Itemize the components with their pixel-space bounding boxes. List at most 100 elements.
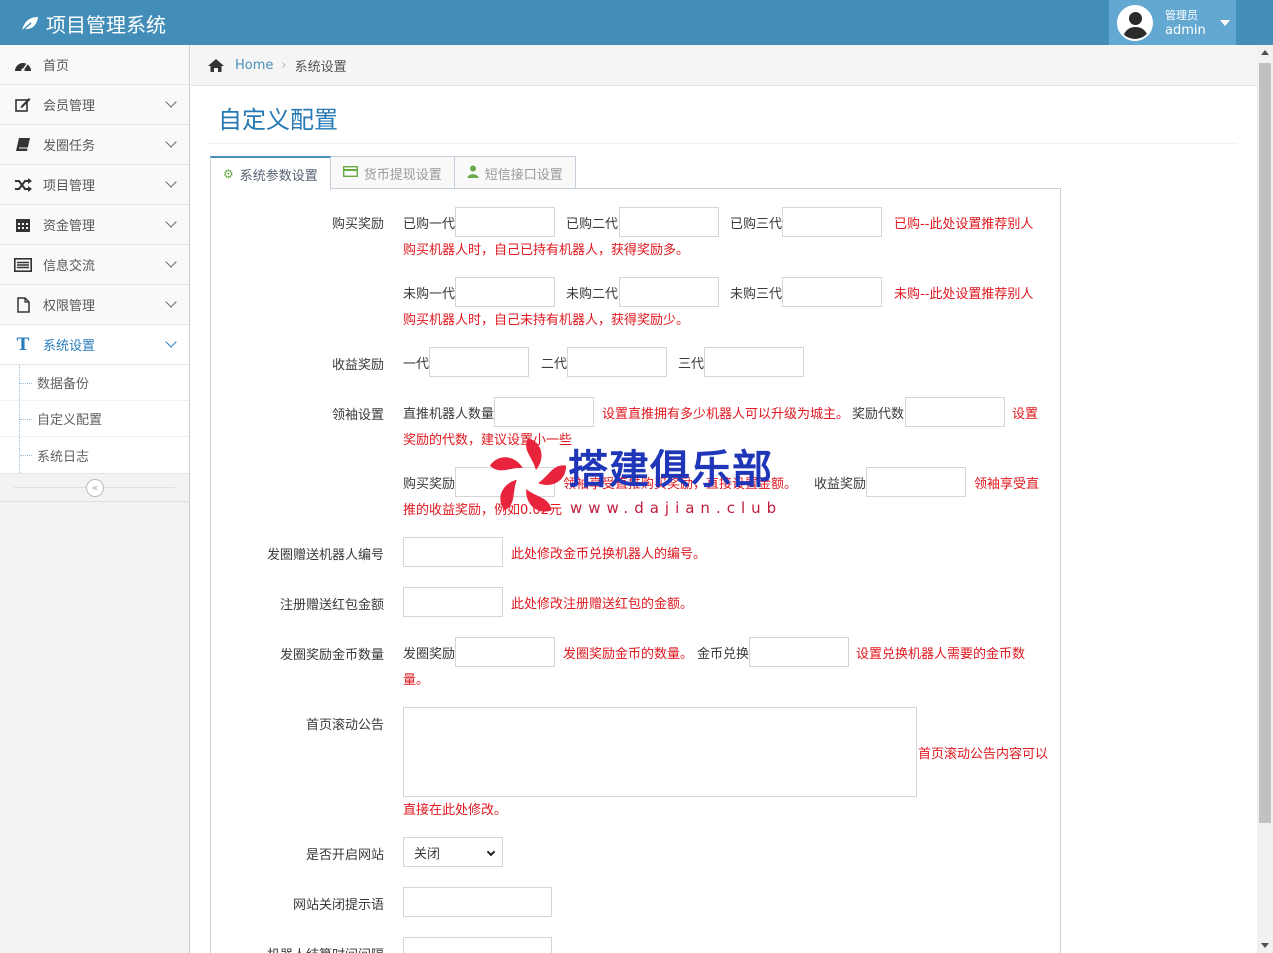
settle-interval-input[interactable] xyxy=(403,937,552,953)
circle-reward-note: 发圈奖励金币的数量。 xyxy=(563,647,694,662)
sidebar-item-members[interactable]: 会员管理 xyxy=(0,85,189,125)
unbought-gen2-label: 未购二代 xyxy=(566,287,619,302)
tab-label: 系统参数设置 xyxy=(239,168,318,184)
calendar-icon xyxy=(13,217,33,233)
direct-count-label: 直推机器人数量 xyxy=(403,407,495,422)
edit-icon xyxy=(13,97,33,113)
user-icon xyxy=(467,165,479,181)
scroll-up-icon[interactable] xyxy=(1261,50,1269,55)
income-gen3-input[interactable] xyxy=(704,347,804,377)
bought-gen2-input[interactable] xyxy=(619,207,719,237)
register-gift-input[interactable] xyxy=(403,587,503,617)
user-menu[interactable]: 管理员 admin xyxy=(1109,0,1236,45)
page-scrollbar[interactable] xyxy=(1257,45,1273,953)
watermark-logo xyxy=(489,438,567,512)
unbought-gen2-input[interactable] xyxy=(619,277,719,307)
close-tip-input[interactable] xyxy=(403,887,552,917)
tab-system-params[interactable]: ⚙ 系统参数设置 xyxy=(210,156,331,190)
notice-textarea[interactable] xyxy=(403,707,917,797)
user-role: 管理员 xyxy=(1165,8,1198,22)
income-gen2-input[interactable] xyxy=(567,347,667,377)
breadcrumb-home[interactable]: Home xyxy=(235,58,273,73)
coin-exchange-input[interactable] xyxy=(749,637,849,667)
cogs-icon: ⚙ xyxy=(223,167,234,181)
sidebar-item-label: 发圈任务 xyxy=(43,139,96,154)
submenu-item-system-log[interactable]: 系统日志 xyxy=(0,437,189,473)
close-tip-label: 网站关闭提示语 xyxy=(292,898,384,913)
sidebar-item-circle-tasks[interactable]: 发圈任务 xyxy=(0,125,189,165)
sidebar-item-system-settings[interactable]: T 系统设置 xyxy=(0,325,189,365)
dashboard-icon xyxy=(13,57,33,73)
reward-gen-label: 奖励代数 xyxy=(852,407,905,422)
brand[interactable]: 项目管理系统 xyxy=(20,9,166,38)
unbought-note-cont: 购买机器人时，自己未持有机器人，获得奖励少。 xyxy=(403,313,690,328)
register-gift-note: 此处修改注册赠送红包的金额。 xyxy=(511,597,694,612)
circle-reward-input[interactable] xyxy=(455,637,555,667)
submenu-item-custom-config[interactable]: 自定义配置 xyxy=(0,401,189,437)
sidebar-collapse: « xyxy=(0,474,189,502)
file-icon xyxy=(13,296,33,313)
notice-note-cont: 直接在此处修改。 xyxy=(403,803,508,818)
home-icon xyxy=(207,58,225,73)
bought-gen3-label: 已购三代 xyxy=(730,217,783,232)
chevron-down-icon xyxy=(165,296,177,308)
text-icon: T xyxy=(16,334,30,355)
credit-card-icon xyxy=(342,165,358,180)
chevron-down-icon xyxy=(165,176,177,188)
site-open-select[interactable]: 关闭 xyxy=(403,837,503,867)
sidebar-item-home[interactable]: 首页 xyxy=(0,45,189,85)
unbought-gen3-input[interactable] xyxy=(782,277,882,307)
scrollbar-thumb[interactable] xyxy=(1259,63,1271,823)
bought-gen3-input[interactable] xyxy=(782,207,882,237)
submenu-item-backup[interactable]: 数据备份 xyxy=(0,365,189,401)
submenu-item-label: 系统日志 xyxy=(37,449,90,465)
chevron-down-icon xyxy=(486,847,496,857)
gift-robot-label: 发圈赠送机器人编号 xyxy=(266,548,384,563)
list-icon xyxy=(13,257,33,273)
gift-robot-note: 此处修改金币兑换机器人的编号。 xyxy=(511,547,707,562)
unbought-gen1-label: 未购一代 xyxy=(403,287,456,302)
sidebar-item-permissions[interactable]: 权限管理 xyxy=(0,285,189,325)
double-chevron-left-icon[interactable]: « xyxy=(86,479,104,497)
site-open-label: 是否开启网站 xyxy=(305,848,384,863)
tab-sms-api[interactable]: 短信接口设置 xyxy=(453,156,576,189)
income-gen1-input[interactable] xyxy=(429,347,529,377)
breadcrumb-current: 系统设置 xyxy=(294,59,347,75)
sidebar-item-finance[interactable]: 资金管理 xyxy=(0,205,189,245)
unbought-gen3-label: 未购三代 xyxy=(730,287,783,302)
tab-label: 短信接口设置 xyxy=(484,167,563,183)
coin-exchange-note-cont: 量。 xyxy=(403,673,430,688)
breadcrumb: Home › 系统设置 xyxy=(191,45,1257,86)
scroll-down-icon[interactable] xyxy=(1261,943,1269,948)
reward-gen-input[interactable] xyxy=(905,397,1005,427)
leader-buy-reward-label: 购买奖励 xyxy=(403,477,456,492)
direct-count-input[interactable] xyxy=(494,397,594,427)
shuffle-icon xyxy=(13,177,33,193)
submenu: 数据备份 自定义配置 系统日志 xyxy=(0,365,189,474)
chevron-down-icon xyxy=(165,136,177,148)
bought-gen1-input[interactable] xyxy=(455,207,555,237)
sidebar-item-label: 会员管理 xyxy=(43,99,96,114)
chevron-down-icon xyxy=(165,96,177,108)
tab-bar: ⚙ 系统参数设置 货币提现设置 短信接口设置 xyxy=(210,156,576,190)
top-navbar: 项目管理系统 管理员 admin xyxy=(0,0,1273,45)
income-gen2-label: 二代 xyxy=(541,357,568,372)
sidebar-item-projects[interactable]: 项目管理 xyxy=(0,165,189,205)
unbought-gen1-input[interactable] xyxy=(455,277,555,307)
submenu-item-label: 自定义配置 xyxy=(37,413,103,428)
chevron-down-icon xyxy=(165,216,177,228)
page-title: 自定义配置 xyxy=(218,106,338,134)
gift-robot-input[interactable] xyxy=(403,537,503,567)
submenu-item-label: 数据备份 xyxy=(37,377,90,392)
bought-gen2-label: 已购二代 xyxy=(566,217,619,232)
avatar xyxy=(1117,4,1153,41)
watermark: 搭建俱乐部 www.dajian.club xyxy=(488,433,788,523)
site-open-value: 关闭 xyxy=(414,846,441,862)
chevron-down-icon xyxy=(165,336,177,348)
notice-label: 首页滚动公告 xyxy=(305,718,384,733)
tab-currency-withdraw[interactable]: 货币提现设置 xyxy=(329,156,455,189)
caret-down-icon xyxy=(1219,19,1230,26)
sidebar-item-messages[interactable]: 信息交流 xyxy=(0,245,189,285)
app-title: 项目管理系统 xyxy=(46,13,166,37)
leader-income-reward-input[interactable] xyxy=(866,467,966,497)
